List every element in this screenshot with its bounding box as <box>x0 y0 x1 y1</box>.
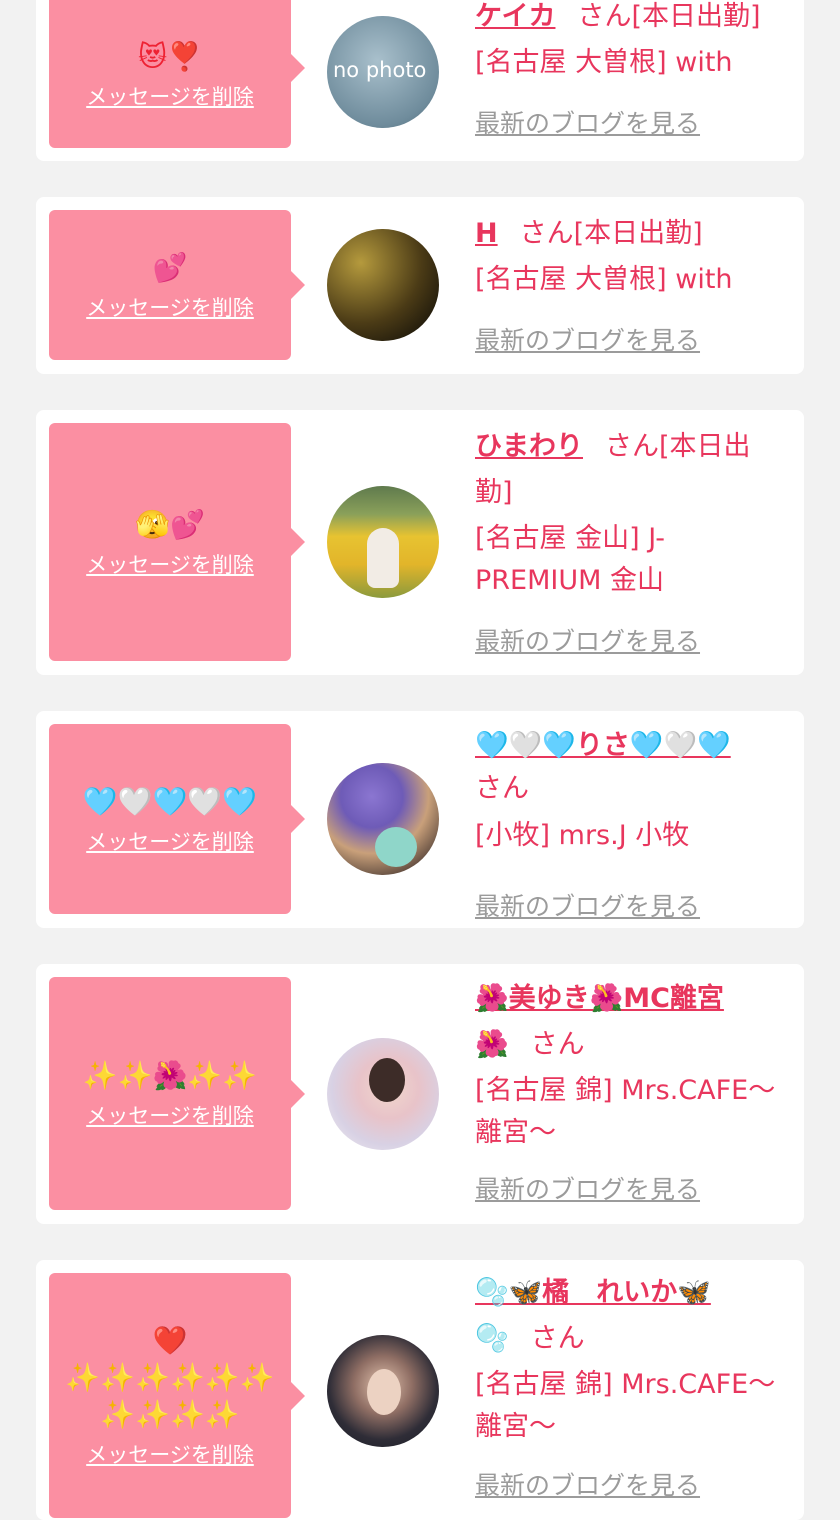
cast-info: 🩵🤍🩵りさ🩵🤍🩵 さん [小牧] mrs.J 小牧 最新のブログを見る <box>475 723 793 921</box>
message-card: 💕 メッセージを削除 H さん[本日出勤] [名古屋 大曽根] with 最新のブ… <box>36 197 804 374</box>
message-bubble: 💕 メッセージを削除 <box>49 210 305 360</box>
latest-blog-link[interactable]: 最新のブログを見る <box>475 1170 700 1206</box>
message-bubble: ❤️ ✨✨✨✨✨✨ ✨✨✨✨ メッセージを削除 <box>49 1273 305 1518</box>
cast-name-link[interactable]: 🫧🦋橘 れいか🦋 <box>475 1277 711 1308</box>
cast-name-cont: 🫧 <box>475 1323 509 1354</box>
latest-blog-link[interactable]: 最新のブログを見る <box>475 622 700 658</box>
shop-name: [名古屋 大曽根] with <box>475 264 733 295</box>
message-card: 😻❣️ メッセージを削除 no photo ケイカ さん[本日出勤] [名古屋 大… <box>36 0 804 161</box>
message-bubble: 🫣💕 メッセージを削除 <box>49 423 305 661</box>
avatar[interactable]: no photo <box>327 16 439 128</box>
shop-name-cont: PREMIUM 金山 <box>475 565 664 596</box>
message-card: 🫣💕 メッセージを削除 ひまわり さん[本日出 勤] [名古屋 金山] J- PR… <box>36 410 804 675</box>
delete-message-link[interactable]: メッセージを削除 <box>86 1100 254 1130</box>
delete-message-link[interactable]: メッセージを削除 <box>86 1439 254 1469</box>
attendance-status: [本日出勤] <box>573 218 703 249</box>
no-photo-label: no photo <box>333 58 427 82</box>
shop-name: [名古屋 金山] J- <box>475 523 665 554</box>
message-bubble: ✨✨🌺✨✨ メッセージを削除 <box>49 977 305 1210</box>
honorific: さん <box>530 1029 585 1060</box>
message-bubble: 😻❣️ メッセージを削除 <box>49 0 305 148</box>
message-card: ❤️ ✨✨✨✨✨✨ ✨✨✨✨ メッセージを削除 🫧🦋橘 れいか🦋 🫧 さん [名古… <box>36 1260 804 1520</box>
attendance-status: [本日出 <box>659 431 751 462</box>
delete-message-link[interactable]: メッセージを削除 <box>86 549 254 579</box>
cast-name-link[interactable]: 🩵🤍🩵りさ🩵🤍🩵 <box>475 730 731 761</box>
latest-blog-link[interactable]: 最新のブログを見る <box>475 321 700 357</box>
cast-info: 🫧🦋橘 れいか🦋 🫧 さん [名古屋 錦] Mrs.CAFE〜 離宮〜 最新のブロ… <box>475 1270 793 1500</box>
message-emoji: ✨✨🌺✨✨ <box>82 1059 258 1092</box>
shop-name-cont: 離宮〜 <box>475 1411 556 1442</box>
message-emoji: 🩵🤍🩵🤍🩵 <box>82 784 258 818</box>
latest-blog-link[interactable]: 最新のブログを見る <box>475 1466 700 1502</box>
shop-name: [名古屋 錦] Mrs.CAFE〜 <box>475 1369 776 1400</box>
message-bubble: 🩵🤍🩵🤍🩵 メッセージを削除 <box>49 724 305 914</box>
message-emoji: 😻❣️ <box>137 39 203 73</box>
message-emoji: ❤️ <box>152 1324 188 1357</box>
cast-name-link[interactable]: 🌺美ゆき🌺MC離宮 <box>475 983 724 1014</box>
avatar[interactable] <box>327 763 439 875</box>
avatar[interactable] <box>327 1038 439 1150</box>
shop-name: [名古屋 錦] Mrs.CAFE〜 <box>475 1075 776 1106</box>
cast-info: 🌺美ゆき🌺MC離宮 🌺 さん [名古屋 錦] Mrs.CAFE〜 離宮〜 最新のブ… <box>475 976 793 1204</box>
honorific: さん <box>577 1 632 32</box>
avatar[interactable] <box>327 229 439 341</box>
cast-name-link[interactable]: ケイカ <box>475 1 555 32</box>
honorific: さん <box>475 773 529 804</box>
message-emoji-line: ✨✨✨✨✨✨ <box>65 1361 275 1394</box>
honorific: さん <box>530 1323 585 1354</box>
cast-info: H さん[本日出勤] [名古屋 大曽根] with 最新のブログを見る <box>475 211 793 355</box>
message-card: ✨✨🌺✨✨ メッセージを削除 🌺美ゆき🌺MC離宮 🌺 さん [名古屋 錦] Mrs… <box>36 964 804 1224</box>
honorific: さん <box>519 218 574 249</box>
honorific: さん <box>605 431 659 462</box>
cast-info: ひまわり さん[本日出 勤] [名古屋 金山] J- PREMIUM 金山 最新の… <box>475 424 793 656</box>
message-emoji: 🫣💕 <box>135 507 205 541</box>
attendance-status: [本日出勤] <box>631 1 761 32</box>
cast-name-cont: 🌺 <box>475 1029 509 1060</box>
latest-blog-link[interactable]: 最新のブログを見る <box>475 887 700 923</box>
avatar[interactable] <box>327 1335 439 1447</box>
delete-message-link[interactable]: メッセージを削除 <box>86 81 254 111</box>
shop-name: [小牧] mrs.J 小牧 <box>475 820 690 851</box>
latest-blog-link[interactable]: 最新のブログを見る <box>475 104 700 140</box>
message-emoji-line: ✨✨✨✨ <box>100 1398 240 1431</box>
cast-info: ケイカ さん[本日出勤] [名古屋 大曽根] with 最新のブログを見る <box>475 0 793 138</box>
avatar[interactable] <box>327 486 439 598</box>
message-emoji: 💕 <box>152 250 188 284</box>
delete-message-link[interactable]: メッセージを削除 <box>86 826 254 856</box>
cast-name-link[interactable]: H <box>475 218 498 249</box>
delete-message-link[interactable]: メッセージを削除 <box>86 292 254 322</box>
shop-name-cont: 離宮〜 <box>475 1117 556 1148</box>
shop-name: [名古屋 大曽根] with <box>475 47 733 78</box>
message-card: 🩵🤍🩵🤍🩵 メッセージを削除 🩵🤍🩵りさ🩵🤍🩵 さん [小牧] mrs.J 小牧… <box>36 711 804 928</box>
attendance-status-cont: 勤] <box>475 477 513 508</box>
cast-name-link[interactable]: ひまわり <box>475 431 583 462</box>
